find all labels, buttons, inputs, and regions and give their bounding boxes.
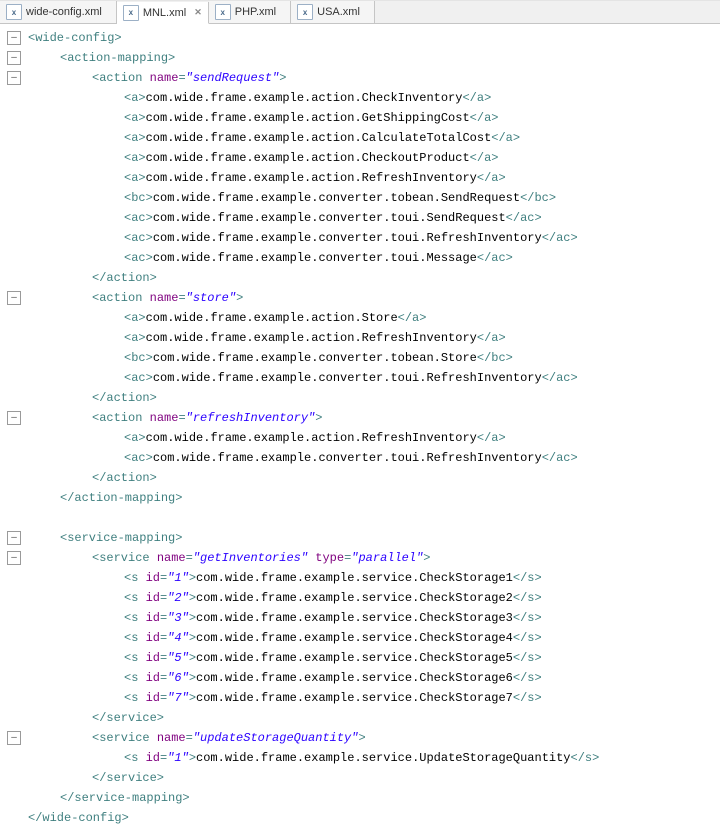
code-line: <service-mapping> [4, 528, 720, 548]
fold-toggle-icon[interactable] [7, 31, 21, 45]
xml-file-icon: x [123, 5, 139, 21]
code-line: <a>com.wide.frame.example.action.GetShip… [4, 108, 720, 128]
fold-toggle-icon[interactable] [7, 411, 21, 425]
fold-toggle-icon[interactable] [7, 291, 21, 305]
code-line: </action> [4, 268, 720, 288]
fold-toggle-icon[interactable] [7, 551, 21, 565]
code-line: <a>com.wide.frame.example.action.Checkou… [4, 148, 720, 168]
fold-toggle-icon[interactable] [7, 731, 21, 745]
tab-label: MNL.xml [143, 7, 186, 19]
code-line: <s id="7">com.wide.frame.example.service… [4, 688, 720, 708]
code-line: </service> [4, 708, 720, 728]
code-line: <wide-config> [4, 28, 720, 48]
code-line: </service-mapping> [4, 788, 720, 808]
code-line: <s id="3">com.wide.frame.example.service… [4, 608, 720, 628]
code-line: <a>com.wide.frame.example.action.Refresh… [4, 328, 720, 348]
code-line: <action name="sendRequest"> [4, 68, 720, 88]
code-line: <s id="1">com.wide.frame.example.service… [4, 568, 720, 588]
code-line: <action name="store"> [4, 288, 720, 308]
code-line: <s id="2">com.wide.frame.example.service… [4, 588, 720, 608]
code-line: <ac>com.wide.frame.example.converter.tou… [4, 248, 720, 268]
code-line: <service name="getInventories" type="par… [4, 548, 720, 568]
code-line: <s id="4">com.wide.frame.example.service… [4, 628, 720, 648]
code-line: <ac>com.wide.frame.example.converter.tou… [4, 208, 720, 228]
xml-file-icon: x [215, 4, 231, 20]
code-line: <a>com.wide.frame.example.action.Calcula… [4, 128, 720, 148]
code-line: <s id="6">com.wide.frame.example.service… [4, 668, 720, 688]
code-line: <a>com.wide.frame.example.action.CheckIn… [4, 88, 720, 108]
xml-file-icon: x [297, 4, 313, 20]
tab-usa-xml[interactable]: x USA.xml [291, 1, 375, 23]
fold-toggle-icon[interactable] [7, 71, 21, 85]
code-line: <s id="5">com.wide.frame.example.service… [4, 648, 720, 668]
close-icon[interactable]: ✕ [194, 7, 202, 18]
tab-label: USA.xml [317, 6, 360, 18]
tab-wide-config-xml[interactable]: x wide-config.xml [0, 1, 117, 23]
code-line: <a>com.wide.frame.example.action.Refresh… [4, 168, 720, 188]
fold-toggle-icon[interactable] [7, 51, 21, 65]
code-line: <a>com.wide.frame.example.action.Store</… [4, 308, 720, 328]
code-line: </action> [4, 468, 720, 488]
code-line: <service name="updateStorageQuantity"> [4, 728, 720, 748]
code-line: </action-mapping> [4, 488, 720, 508]
code-line [4, 508, 720, 528]
code-line: <action-mapping> [4, 48, 720, 68]
tab-label: wide-config.xml [26, 6, 102, 18]
code-line: </action> [4, 388, 720, 408]
code-line: <s id="1">com.wide.frame.example.service… [4, 748, 720, 768]
xml-file-icon: x [6, 4, 22, 20]
code-line: <bc>com.wide.frame.example.converter.tob… [4, 188, 720, 208]
code-line: <ac>com.wide.frame.example.converter.tou… [4, 448, 720, 468]
code-line: <a>com.wide.frame.example.action.Refresh… [4, 428, 720, 448]
code-line: </wide-config> [4, 808, 720, 828]
code-line: <bc>com.wide.frame.example.converter.tob… [4, 348, 720, 368]
code-line: </service> [4, 768, 720, 788]
fold-toggle-icon[interactable] [7, 531, 21, 545]
tab-label: PHP.xml [235, 6, 276, 18]
code-line: <action name="refreshInventory"> [4, 408, 720, 428]
code-area: <wide-config><action-mapping><action nam… [0, 24, 720, 828]
tab-php-xml[interactable]: x PHP.xml [209, 1, 291, 23]
code-line: <ac>com.wide.frame.example.converter.tou… [4, 228, 720, 248]
tab-bar: x wide-config.xml x MNL.xml ✕ x PHP.xml x USA.xm… [0, 0, 720, 24]
tab-mnl-xml[interactable]: x MNL.xml ✕ [117, 2, 209, 24]
code-line: <ac>com.wide.frame.example.converter.tou… [4, 368, 720, 388]
